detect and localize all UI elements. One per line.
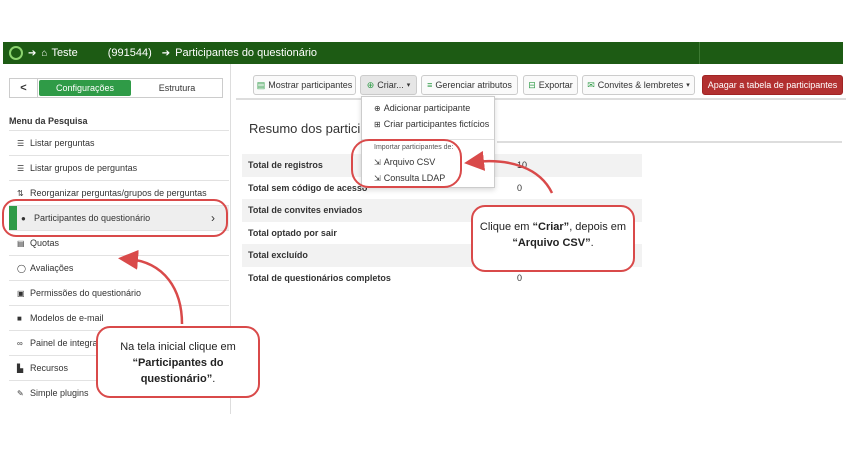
screenshot-stage: ➔ ⌂ Teste (991544) ➔ Participantes do qu… <box>0 0 850 450</box>
arrow-to-csv <box>464 150 554 194</box>
arrow-to-participants <box>118 249 184 325</box>
annotation-arrows <box>118 150 554 325</box>
